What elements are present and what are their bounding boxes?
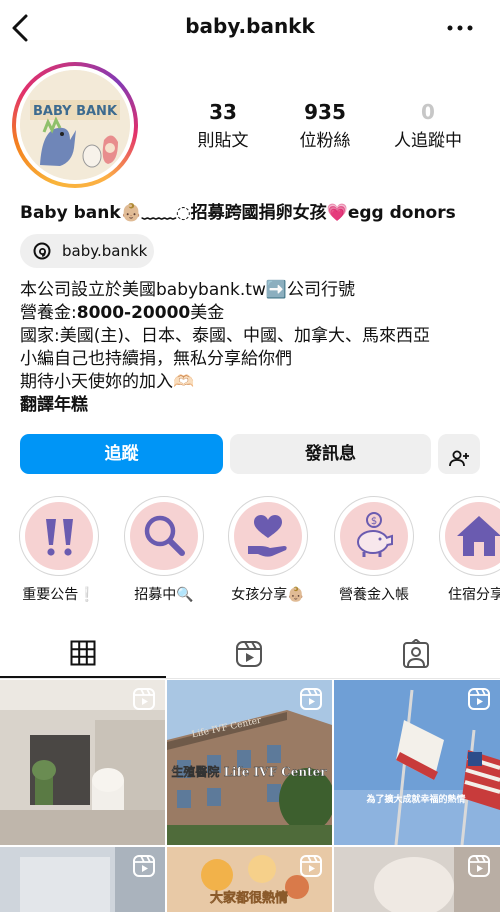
highlight-housing[interactable]: 住宿分享 (434, 496, 500, 604)
reel-indicator-icon (468, 855, 490, 877)
exclamation-icon (46, 519, 73, 556)
bio-line-4: 小編自己也持續捐，無私分享給你們 (20, 349, 292, 369)
highlight-label: 女孩分享👶🏼 (231, 587, 305, 603)
avatar-image: BABY BANK (20, 70, 130, 180)
posts-label: 則貼文 (197, 131, 249, 151)
post-caption: 大家都很熱情 (210, 890, 288, 906)
post-thumbnail[interactable]: Life IVF Center 生殖醫院 Life IVF Center (167, 680, 332, 845)
tab-grid[interactable] (0, 634, 166, 678)
message-button[interactable]: 發訊息 (230, 434, 431, 474)
suggested-users-button[interactable] (438, 434, 480, 474)
bio-line-3: 國家:美國(主)、日本、泰國、中國、加拿大、馬來西亞 (20, 326, 430, 346)
highlight-label: 重要公告❕ (22, 587, 96, 603)
threads-handle: baby.bankk (62, 242, 148, 260)
reel-indicator-icon (468, 688, 490, 710)
bio-line-5: 期待小天使妳的加入🫶🏻 (20, 372, 195, 392)
reel-indicator-icon (300, 855, 322, 877)
highlight-announcements[interactable]: 重要公告❕ (14, 496, 104, 604)
reels-icon (235, 640, 263, 672)
followers-stat[interactable]: 935 位粉絲 (270, 100, 380, 151)
post-thumbnail[interactable]: 大家都很熱情 (167, 847, 332, 912)
username-title: baby.bankk (185, 14, 315, 38)
highlight-allowance[interactable]: $ 營養金入帳 (329, 496, 419, 604)
followers-label: 位粉絲 (299, 131, 351, 151)
avatar-logo-text: BABY BANK (33, 104, 118, 119)
bio-allowance-range: 8000-20000 (76, 303, 191, 323)
followers-count: 935 (304, 100, 346, 124)
threads-badge[interactable]: baby.bankk (20, 234, 154, 268)
tabs-divider (0, 678, 500, 679)
bio-line-2: 營養金:8000-20000美金 (20, 302, 224, 325)
posts-stat[interactable]: 33 則貼文 (168, 100, 278, 151)
more-options-icon[interactable] (446, 16, 474, 40)
posts-count: 33 (209, 100, 237, 124)
highlight-girls-share[interactable]: 女孩分享👶🏼 (223, 496, 313, 604)
top-bar: baby.bankk (0, 0, 500, 58)
tab-reels[interactable] (167, 634, 333, 676)
following-count: 0 (421, 100, 435, 124)
piggy-bank-icon: $ (357, 512, 393, 557)
post-thumbnail[interactable] (0, 680, 165, 845)
bio-allowance-unit: 美金 (190, 303, 225, 323)
highlight-label: 住宿分享 (448, 587, 500, 603)
post-thumbnail[interactable]: 為了擴大成就幸福的熱情 (334, 680, 500, 845)
reel-indicator-icon (133, 688, 155, 710)
magnifier-icon (144, 515, 185, 556)
post-thumbnail[interactable] (0, 847, 165, 912)
post-thumbnail[interactable] (334, 847, 500, 912)
follow-button[interactable]: 追蹤 (20, 434, 223, 474)
following-stat[interactable]: 0 人追蹤中 (373, 100, 483, 151)
display-name: Baby bank👶🏼﹏﹏◌招募跨國捐卵女孩💗egg donors (20, 203, 456, 223)
house-icon (457, 516, 500, 556)
bio-line-6: 翻譯年糕 (20, 395, 88, 415)
bio-line-1: 本公司設立於美國babybank.tw➡️公司行號 (20, 280, 356, 300)
tab-active-indicator (0, 676, 166, 678)
post-caption: 生殖醫院 Life IVF Center (171, 764, 327, 779)
reel-indicator-icon (300, 688, 322, 710)
bio-allowance-label: 營養金: (20, 303, 77, 323)
following-label: 人追蹤中 (394, 131, 462, 151)
avatar[interactable]: BABY BANK (12, 62, 138, 188)
heart-hand-icon (248, 515, 287, 557)
reel-indicator-icon (133, 855, 155, 877)
highlight-label: 招募中🔍 (134, 587, 194, 603)
grid-icon (70, 640, 96, 670)
tagged-icon (402, 638, 430, 673)
add-person-icon (448, 444, 470, 467)
post-caption: 為了擴大成就幸福的熱情 (365, 793, 465, 805)
threads-icon (32, 241, 52, 261)
highlight-recruiting[interactable]: 招募中🔍 (119, 496, 209, 604)
highlight-label: 營養金入帳 (339, 587, 409, 603)
svg-text:$: $ (371, 516, 377, 527)
tab-tagged[interactable] (334, 634, 500, 676)
